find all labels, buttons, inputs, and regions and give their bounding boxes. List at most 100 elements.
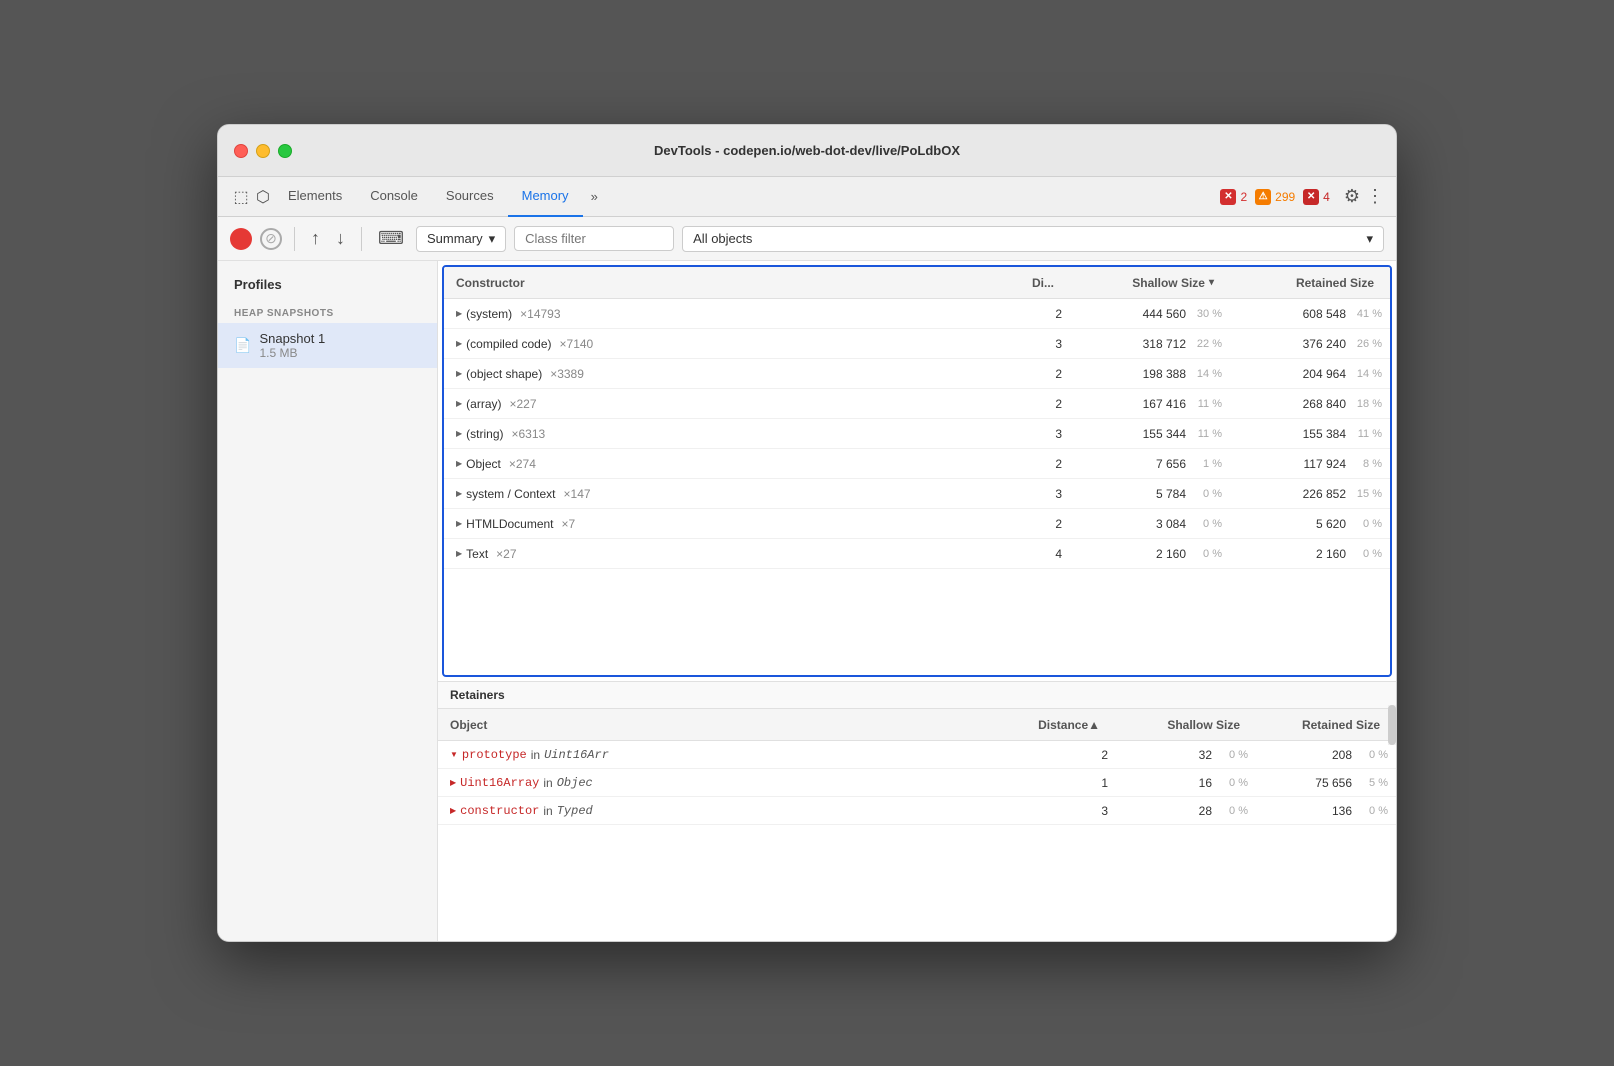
retained-value: 117 924: [1304, 457, 1347, 471]
table-row[interactable]: ▶ (array) ×227 2 167 416 11 % 268 840 18…: [444, 389, 1390, 419]
main-content: Constructor Di... Shallow Size ▾ Retaine…: [438, 261, 1396, 941]
class-filter-input[interactable]: [514, 226, 674, 251]
retainer-row[interactable]: ▶ constructor in Typed 3 28 0 % 136 0 %: [438, 797, 1396, 825]
row-count: ×7: [562, 517, 576, 531]
retained-value: 608 548: [1303, 307, 1346, 321]
retainer-keyword: Uint16Array: [460, 776, 539, 790]
table-row[interactable]: ▶ Text ×27 4 2 160 0 % 2 160 0 %: [444, 539, 1390, 569]
row-count: ×6313: [512, 427, 546, 441]
shallow-pct: 0 %: [1190, 518, 1222, 530]
retainer-context: Uint16Arr: [544, 748, 609, 762]
table-row[interactable]: ▶ (string) ×6313 3 155 344 11 % 155 384 …: [444, 419, 1390, 449]
expand-icon[interactable]: ▼: [450, 750, 458, 759]
retained-pct: 15 %: [1350, 488, 1382, 500]
row-count: ×274: [509, 457, 536, 471]
td-distance: 3: [1010, 337, 1070, 351]
separator: [294, 227, 295, 251]
shallow-pct: 0 %: [1216, 749, 1248, 761]
expand-icon[interactable]: ▶: [456, 459, 462, 468]
expand-icon[interactable]: ▶: [456, 519, 462, 528]
tab-elements[interactable]: Elements: [274, 177, 356, 217]
td-constructor: ▶ (system) ×14793: [444, 307, 1010, 321]
table-row[interactable]: ▶ system / Context ×147 3 5 784 0 % 226 …: [444, 479, 1390, 509]
retained-pct: 11 %: [1350, 428, 1382, 440]
table-row[interactable]: ▶ (compiled code) ×7140 3 318 712 22 % 3…: [444, 329, 1390, 359]
shallow-value: 5 784: [1156, 487, 1186, 501]
th-shallow[interactable]: Shallow Size ▾: [1062, 276, 1222, 290]
more-icon[interactable]: ⋮: [1366, 186, 1384, 207]
rtd-distance: 1: [1016, 776, 1116, 790]
shallow-value: 7 656: [1156, 457, 1186, 471]
expand-icon[interactable]: ▶: [456, 399, 462, 408]
minimize-button[interactable]: [256, 144, 270, 158]
table-row[interactable]: ▶ HTMLDocument ×7 2 3 084 0 % 5 620 0 %: [444, 509, 1390, 539]
warning-icon: ⚠: [1255, 189, 1271, 205]
retainer-row[interactable]: ▶ Uint16Array in Objec 1 16 0 % 75 656 5…: [438, 769, 1396, 797]
rth-shallow: Shallow Size: [1108, 718, 1248, 732]
scrollbar-thumb[interactable]: [1388, 705, 1396, 745]
retainer-context: Typed: [557, 804, 593, 818]
rtd-object: ▶ constructor in Typed: [438, 804, 1016, 818]
error-icon: ✕: [1220, 189, 1236, 205]
tab-memory[interactable]: Memory: [508, 177, 583, 217]
row-count: ×147: [564, 487, 591, 501]
tab-more[interactable]: »: [583, 189, 606, 204]
expand-icon[interactable]: ▶: [456, 339, 462, 348]
rtd-retained: 208 0 %: [1256, 748, 1396, 762]
inspector-icon[interactable]: ⬚: [230, 186, 252, 208]
retained-value: 75 656: [1315, 776, 1352, 790]
tab-sources[interactable]: Sources: [432, 177, 508, 217]
expand-icon[interactable]: ▶: [456, 369, 462, 378]
td-distance: 2: [1010, 367, 1070, 381]
retained-pct: 41 %: [1350, 308, 1382, 320]
close-button[interactable]: [234, 144, 248, 158]
table-row[interactable]: ▶ (object shape) ×3389 2 198 388 14 % 20…: [444, 359, 1390, 389]
shallow-pct: 11 %: [1190, 428, 1222, 440]
rtd-retained: 75 656 5 %: [1256, 776, 1396, 790]
retained-value: 5 620: [1316, 517, 1346, 531]
expand-icon[interactable]: ▶: [456, 309, 462, 318]
all-objects-dropdown[interactable]: All objects ▾: [682, 226, 1384, 252]
expand-icon[interactable]: ▶: [456, 489, 462, 498]
device-icon[interactable]: ⬡: [252, 186, 274, 208]
expand-icon[interactable]: ▶: [456, 549, 462, 558]
th-distance: Di...: [1002, 276, 1062, 290]
retainer-rows: ▼ prototype in Uint16Arr 2 32 0 % 208 0 …: [438, 741, 1396, 825]
sidebar-item-snapshot1[interactable]: 📄 Snapshot 1 1.5 MB: [218, 323, 437, 368]
expand-icon[interactable]: ▶: [450, 806, 456, 815]
collect-icon[interactable]: ⌨: [374, 224, 408, 253]
table-row[interactable]: ▶ Object ×274 2 7 656 1 % 117 924 8 %: [444, 449, 1390, 479]
titlebar: DevTools - codepen.io/web-dot-dev/live/P…: [218, 125, 1396, 177]
table-row[interactable]: ▶ (system) ×14793 2 444 560 30 % 608 548…: [444, 299, 1390, 329]
expand-icon[interactable]: ▶: [456, 429, 462, 438]
rth-object: Object: [438, 718, 1008, 732]
td-retained: 226 852 15 %: [1230, 487, 1390, 501]
rtd-retained: 136 0 %: [1256, 804, 1396, 818]
retained-value: 155 384: [1303, 427, 1346, 441]
devtools-window: DevTools - codepen.io/web-dot-dev/live/P…: [217, 124, 1397, 942]
shallow-value: 32: [1199, 748, 1212, 762]
retainer-keyword: constructor: [460, 804, 539, 818]
shallow-value: 198 388: [1143, 367, 1186, 381]
content-area: Profiles HEAP SNAPSHOTS 📄 Snapshot 1 1.5…: [218, 261, 1396, 941]
rth-distance[interactable]: Distance▲: [1008, 718, 1108, 732]
shallow-value: 3 084: [1156, 517, 1186, 531]
retained-value: 204 964: [1303, 367, 1346, 381]
shallow-pct: 0 %: [1190, 548, 1222, 560]
all-objects-label: All objects: [693, 231, 752, 246]
retainers-title: Retainers: [438, 682, 1396, 709]
shallow-value: 28: [1199, 804, 1212, 818]
sort-arrow-icon: ▾: [1209, 277, 1214, 288]
retainer-row[interactable]: ▼ prototype in Uint16Arr 2 32 0 % 208 0 …: [438, 741, 1396, 769]
row-count: ×27: [496, 547, 516, 561]
upload-icon[interactable]: ↑: [307, 224, 324, 253]
expand-icon[interactable]: ▶: [450, 778, 456, 787]
stop-button[interactable]: ⊘: [260, 228, 282, 250]
tab-console[interactable]: Console: [356, 177, 432, 217]
maximize-button[interactable]: [278, 144, 292, 158]
summary-dropdown[interactable]: Summary ▾: [416, 226, 506, 252]
td-shallow: 155 344 11 %: [1070, 427, 1230, 441]
download-icon[interactable]: ↓: [332, 224, 349, 253]
record-button[interactable]: [230, 228, 252, 250]
settings-icon[interactable]: ⚙: [1344, 186, 1360, 207]
